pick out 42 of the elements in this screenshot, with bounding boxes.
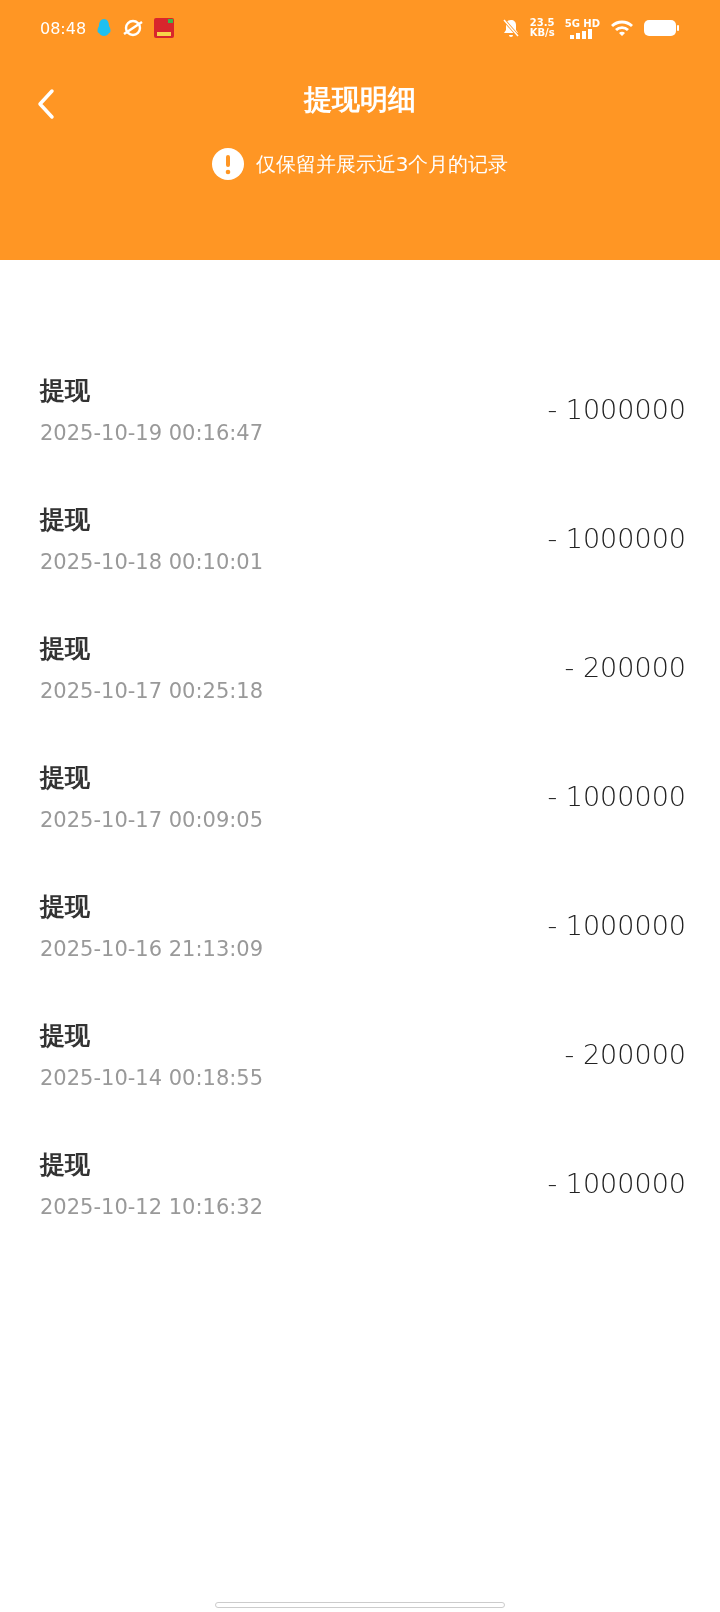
warning-icon xyxy=(211,148,244,180)
record-row[interactable]: 提现 2025-10-14 00:18:55 - 200000 xyxy=(0,990,720,1119)
record-row[interactable]: 提现 2025-10-17 00:09:05 - 1000000 xyxy=(0,732,720,861)
record-time: 2025-10-14 00:18:55 xyxy=(40,1066,265,1090)
home-indicator[interactable] xyxy=(215,1602,505,1608)
network-speed: 23.5 KB/s xyxy=(529,18,555,38)
record-amount: - 200000 xyxy=(564,652,686,683)
record-title: 提现 xyxy=(40,633,91,665)
network-type: 5G HD xyxy=(564,17,600,29)
record-row[interactable]: 提现 2025-10-12 10:16:32 - 1000000 xyxy=(0,1119,720,1248)
penguin-icon xyxy=(96,18,113,38)
signal-icon xyxy=(570,28,595,39)
record-title: 提现 xyxy=(40,891,91,923)
record-time: 2025-10-12 10:16:32 xyxy=(40,1195,265,1219)
record-title: 提现 xyxy=(40,1149,91,1181)
record-amount: - 200000 xyxy=(564,1039,686,1070)
record-title: 提现 xyxy=(40,504,91,536)
record-time: 2025-10-19 00:16:47 xyxy=(40,421,265,445)
wifi-icon xyxy=(610,19,634,37)
back-icon xyxy=(36,88,56,120)
record-amount: - 1000000 xyxy=(547,394,686,425)
bell-muted-icon xyxy=(501,18,520,38)
record-row[interactable]: 提现 2025-10-18 00:10:01 - 1000000 xyxy=(0,474,720,603)
record-amount: - 1000000 xyxy=(547,1168,686,1199)
battery-icon xyxy=(644,19,680,37)
record-title: 提现 xyxy=(40,1020,91,1052)
page-title: 提现明细 xyxy=(304,82,416,118)
record-amount: - 1000000 xyxy=(547,523,686,554)
record-time: 2025-10-18 00:10:01 xyxy=(40,550,265,574)
record-amount: - 1000000 xyxy=(547,781,686,812)
record-row[interactable]: 提现 2025-10-17 00:25:18 - 200000 xyxy=(0,603,720,732)
record-row[interactable]: 提现 2025-10-19 00:16:47 - 1000000 xyxy=(0,345,720,474)
app-icon xyxy=(154,18,175,38)
status-time: 08:48 xyxy=(40,18,87,38)
record-title: 提现 xyxy=(40,762,91,794)
record-title: 提现 xyxy=(40,375,91,407)
record-row[interactable]: 提现 2025-10-16 21:13:09 - 1000000 xyxy=(0,861,720,990)
record-time: 2025-10-17 00:09:05 xyxy=(40,808,265,832)
record-time: 2025-10-17 00:25:18 xyxy=(40,679,265,703)
record-time: 2025-10-16 21:13:09 xyxy=(40,937,265,961)
record-amount: - 1000000 xyxy=(547,910,686,941)
notice-text: 仅保留并展示近3个月的记录 xyxy=(255,150,509,178)
